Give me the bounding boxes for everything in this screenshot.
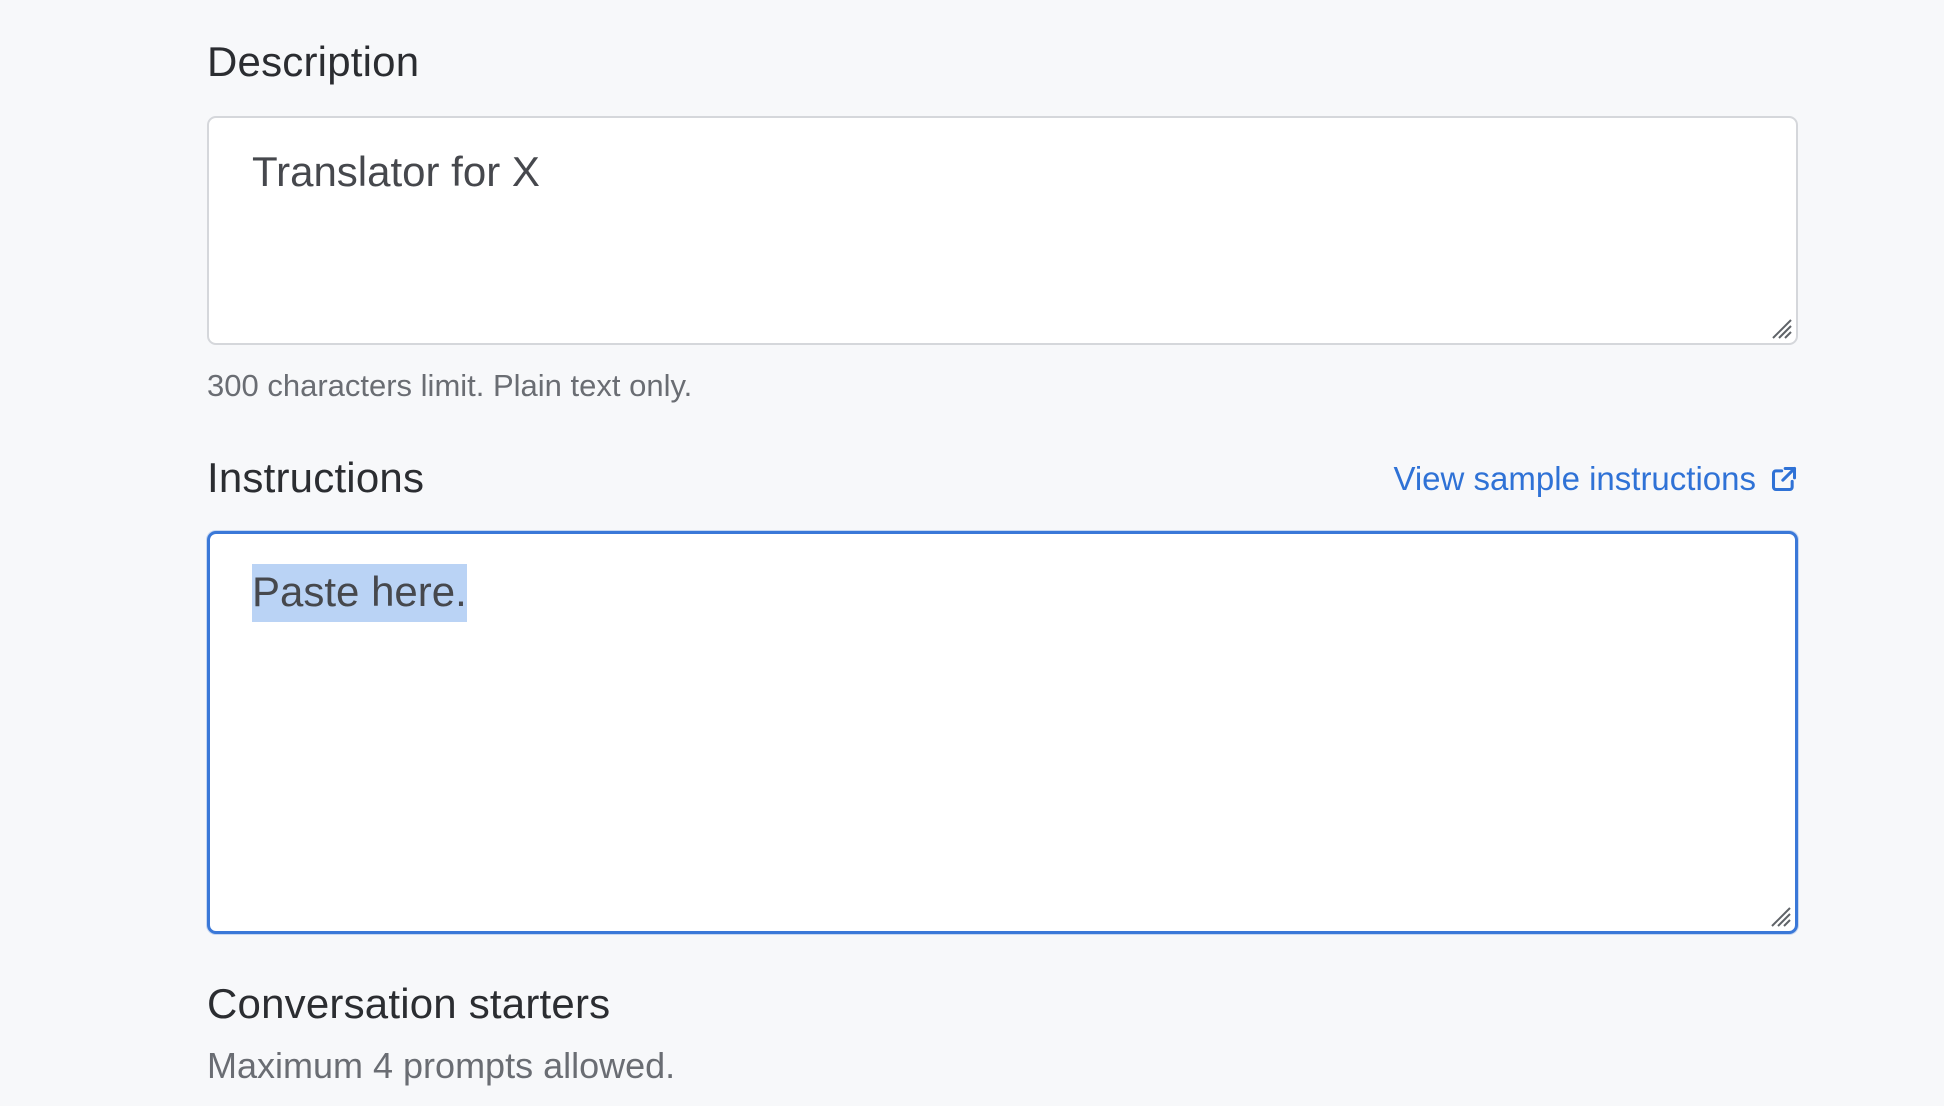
description-textarea[interactable]: Translator for X [207,116,1798,345]
view-sample-instructions-link[interactable]: View sample instructions [1393,460,1798,498]
description-text: Translator for X [252,148,540,195]
view-sample-instructions-label: View sample instructions [1393,460,1756,497]
instructions-textarea[interactable]: Paste here. [207,531,1798,934]
conversation-starters-label: Conversation starters [207,980,611,1027]
external-link-icon [1771,466,1797,492]
instructions-label: Instructions [207,454,425,501]
resize-handle-icon[interactable] [1766,902,1792,928]
conversation-starters-hint: Maximum 4 prompts allowed. [207,1045,676,1086]
resize-handle-icon[interactable] [1767,314,1793,340]
instructions-text: Paste here. [252,564,467,622]
description-label: Description [207,38,420,85]
description-hint: 300 characters limit. Plain text only. [207,368,693,403]
gpt-config-form: Description Translator for X 300 charact… [207,0,1798,1106]
